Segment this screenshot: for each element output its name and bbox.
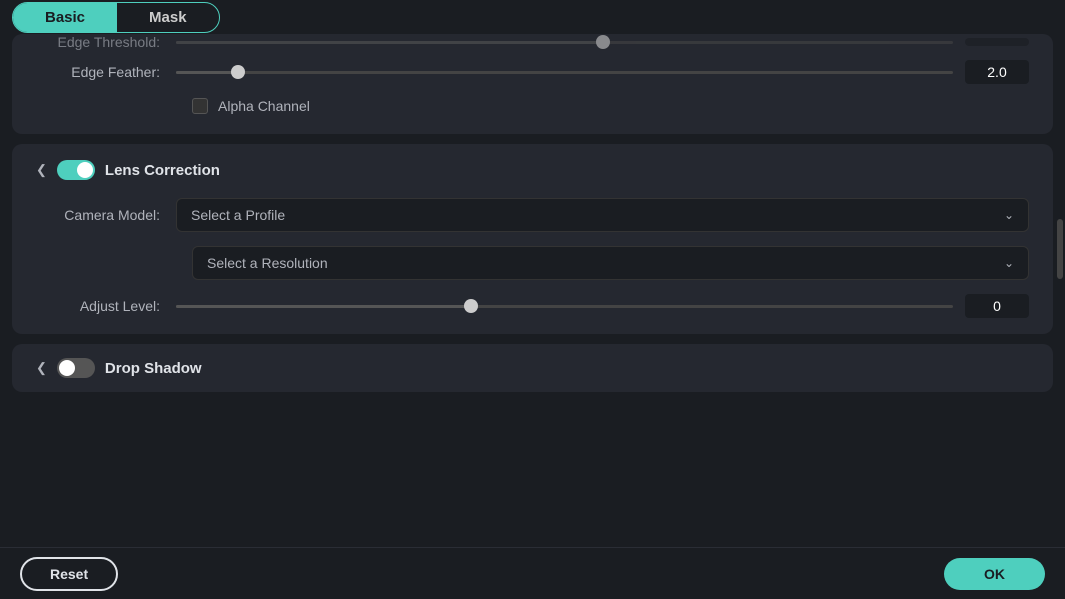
- alpha-channel-checkbox[interactable]: [192, 98, 208, 114]
- drop-shadow-toggle[interactable]: [57, 358, 95, 378]
- camera-model-value: Select a Profile: [191, 207, 285, 223]
- lens-correction-chevron[interactable]: ❮: [36, 162, 47, 178]
- edge-threshold-row: Edge Threshold:: [36, 34, 1029, 50]
- resolution-value: Select a Resolution: [207, 255, 328, 271]
- scrollbar-thumb[interactable]: [1057, 219, 1063, 279]
- edge-threshold-slider[interactable]: [176, 41, 953, 44]
- edge-threshold-label: Edge Threshold:: [36, 34, 176, 50]
- tab-basic[interactable]: Basic: [13, 3, 117, 32]
- adjust-level-row: Adjust Level: 0: [36, 294, 1029, 318]
- drop-shadow-panel: ❮ Drop Shadow: [12, 344, 1053, 392]
- camera-model-dropdown[interactable]: Select a Profile ⌄: [176, 198, 1029, 232]
- camera-model-row: Camera Model: Select a Profile ⌄: [36, 198, 1029, 232]
- alpha-channel-label: Alpha Channel: [218, 98, 310, 114]
- main-content: Edge Threshold: Edge Feather: 2.0 Alpha …: [0, 34, 1065, 392]
- adjust-level-thumb[interactable]: [464, 299, 478, 313]
- edge-feather-value[interactable]: 2.0: [965, 60, 1029, 84]
- camera-model-label: Camera Model:: [36, 207, 176, 223]
- scrollbar-track: [1055, 0, 1065, 547]
- adjust-level-value[interactable]: 0: [965, 294, 1029, 318]
- edge-feather-slider[interactable]: [176, 71, 953, 74]
- tab-mask[interactable]: Mask: [117, 3, 219, 32]
- resolution-chevron-icon: ⌄: [1004, 256, 1014, 270]
- edge-feather-fill: [176, 71, 238, 74]
- edge-threshold-fill: [176, 41, 603, 44]
- adjust-level-fill: [176, 305, 471, 308]
- lens-correction-header: ❮ Lens Correction: [36, 160, 1029, 180]
- resolution-dropdown[interactable]: Select a Resolution ⌄: [192, 246, 1029, 280]
- tab-bar: Basic Mask: [0, 0, 1065, 34]
- alpha-channel-row: Alpha Channel: [192, 98, 1029, 114]
- lens-correction-toggle-knob: [77, 162, 93, 178]
- edge-threshold-value[interactable]: [965, 38, 1029, 46]
- reset-button[interactable]: Reset: [20, 557, 118, 591]
- adjust-level-slider[interactable]: [176, 305, 953, 308]
- lens-correction-title: Lens Correction: [105, 162, 220, 179]
- drop-shadow-toggle-knob: [59, 360, 75, 376]
- edge-threshold-thumb[interactable]: [596, 35, 610, 49]
- lens-correction-toggle[interactable]: [57, 160, 95, 180]
- lens-correction-panel: ❮ Lens Correction Camera Model: Select a…: [12, 144, 1053, 334]
- resolution-row: Select a Resolution ⌄: [36, 246, 1029, 280]
- drop-shadow-title: Drop Shadow: [105, 360, 202, 377]
- edge-feather-thumb[interactable]: [231, 65, 245, 79]
- drop-shadow-chevron[interactable]: ❮: [36, 360, 47, 376]
- footer: Reset OK: [0, 547, 1065, 599]
- edge-feather-label: Edge Feather:: [36, 64, 176, 80]
- camera-model-chevron-icon: ⌄: [1004, 208, 1014, 222]
- ok-button[interactable]: OK: [944, 558, 1045, 590]
- edge-section-panel: Edge Threshold: Edge Feather: 2.0 Alpha …: [12, 34, 1053, 134]
- adjust-level-label: Adjust Level:: [36, 298, 176, 314]
- tab-group: Basic Mask: [12, 2, 220, 33]
- edge-feather-row: Edge Feather: 2.0: [36, 60, 1029, 84]
